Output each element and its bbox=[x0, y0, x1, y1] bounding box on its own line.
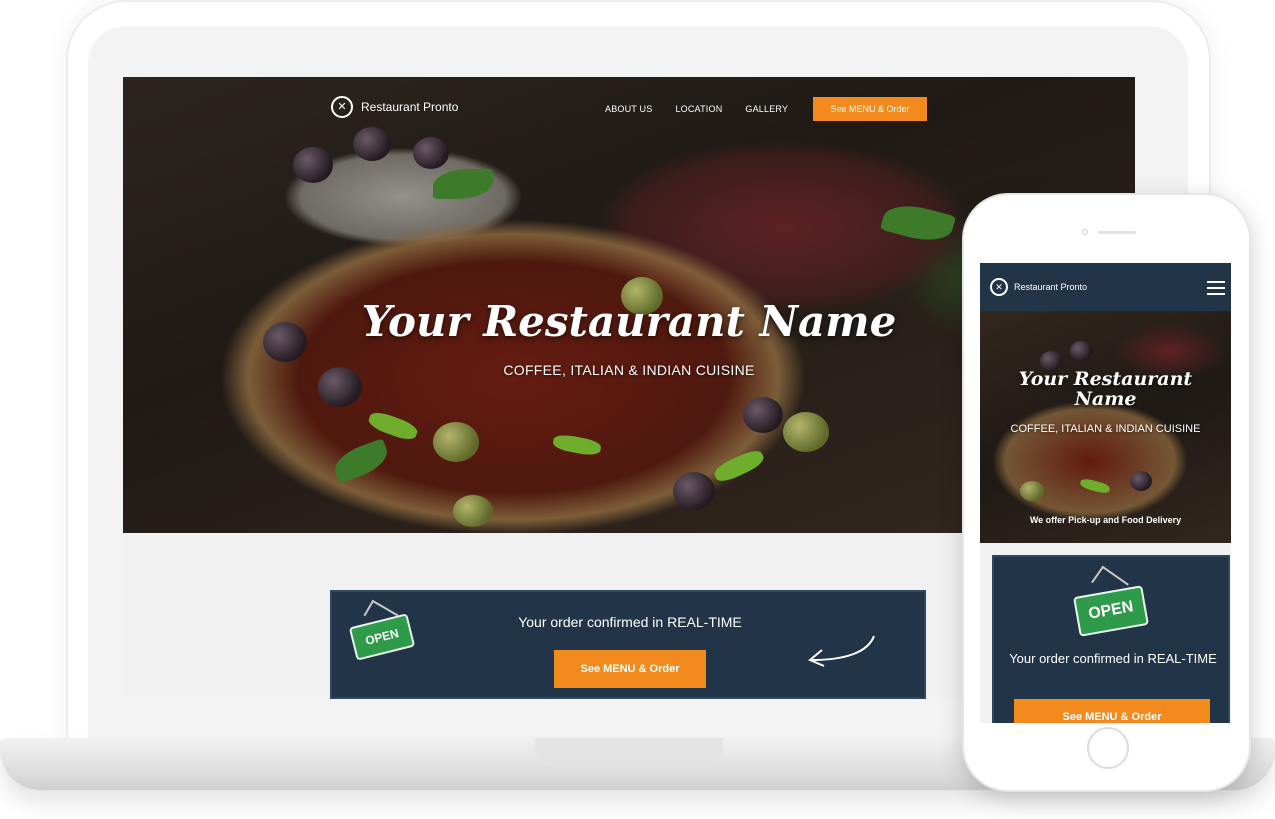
nav-links: ABOUT US LOCATION GALLERY bbox=[605, 104, 788, 114]
laptop-notch bbox=[535, 738, 723, 766]
olive-decoration bbox=[453, 495, 493, 527]
pepper-decoration bbox=[1079, 477, 1111, 495]
home-button[interactable] bbox=[1087, 727, 1129, 769]
mobile-brand-name: Restaurant Pronto bbox=[1014, 282, 1088, 292]
nav-link-about-us[interactable]: ABOUT US bbox=[605, 104, 652, 114]
open-sign-icon: OPEN bbox=[1073, 585, 1149, 637]
nav-link-location[interactable]: LOCATION bbox=[675, 104, 722, 114]
camera-icon bbox=[1082, 229, 1088, 235]
basil-decoration bbox=[329, 438, 393, 484]
hero-subtitle: COFFEE, ITALIAN & INDIAN CUISINE bbox=[503, 362, 755, 378]
menu-order-button[interactable]: See MENU & Order bbox=[554, 650, 706, 688]
fork-knife-logo-icon: ✕ bbox=[331, 96, 353, 118]
mobile-order-panel: OPEN Your order confirmed in REAL-TIME S… bbox=[992, 555, 1230, 723]
pepper-decoration bbox=[711, 446, 767, 486]
fork-knife-logo-icon: ✕ bbox=[990, 278, 1008, 296]
hamburger-menu-icon[interactable] bbox=[1207, 281, 1225, 295]
basil-decoration bbox=[880, 198, 956, 248]
order-confirmation-text: Your order confirmed in REAL-TIME bbox=[518, 614, 742, 630]
mobile-menu-order-button[interactable]: See MENU & Order bbox=[1014, 699, 1210, 723]
basil-decoration bbox=[433, 169, 493, 199]
olive-decoration bbox=[673, 472, 715, 510]
olive-decoration bbox=[1020, 481, 1044, 501]
order-panel: OPEN Your order confirmed in REAL-TIME S… bbox=[330, 590, 926, 699]
olive-decoration bbox=[1130, 471, 1152, 491]
pepper-decoration bbox=[366, 408, 420, 444]
mobile-brand[interactable]: ✕ Restaurant Pronto bbox=[990, 278, 1087, 296]
phone-frame: ✕ Restaurant Pronto Your Restaurant Name… bbox=[962, 193, 1251, 792]
brand-name: Restaurant Pronto bbox=[361, 100, 459, 114]
curved-arrow-icon bbox=[808, 635, 875, 667]
nav-link-gallery[interactable]: GALLERY bbox=[745, 104, 788, 114]
mobile-hero-subtitle: COFFEE, ITALIAN & INDIAN CUISINE bbox=[1010, 423, 1201, 435]
speaker-grille bbox=[1098, 231, 1136, 234]
olive-decoration bbox=[433, 422, 479, 462]
pepper-decoration bbox=[551, 432, 603, 458]
olive-decoration bbox=[743, 397, 783, 433]
olive-decoration bbox=[293, 147, 333, 183]
brand[interactable]: ✕ Restaurant Pronto bbox=[331, 96, 458, 118]
top-navigation: ✕ Restaurant Pronto ABOUT US LOCATION GA… bbox=[123, 77, 1135, 137]
olive-decoration bbox=[783, 412, 829, 452]
hero-title: Your Restaurant Name bbox=[361, 297, 897, 346]
mobile-order-text: Your order confirmed in REAL-TIME bbox=[1009, 651, 1217, 666]
delivery-text: We offer Pick-up and Food Delivery bbox=[1029, 515, 1182, 525]
nav-menu-order-button[interactable]: See MENU & Order bbox=[813, 97, 927, 121]
olive-decoration bbox=[413, 137, 449, 169]
